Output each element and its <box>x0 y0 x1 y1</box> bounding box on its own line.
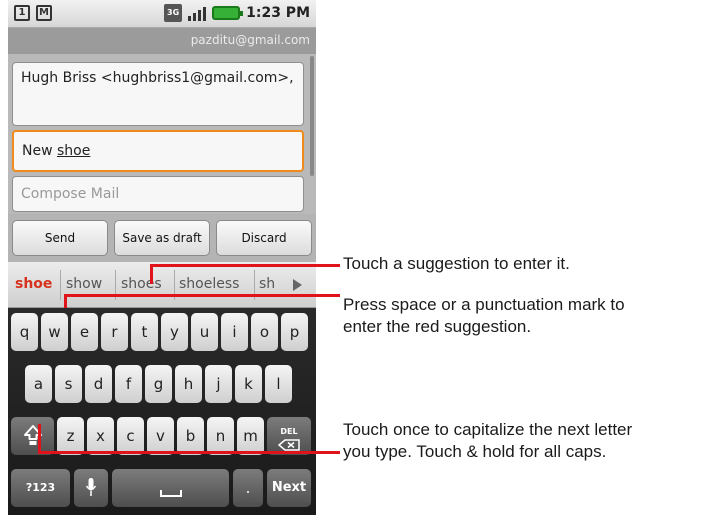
callout-line <box>64 294 340 297</box>
key-q[interactable]: q <box>11 313 38 351</box>
scrollbar[interactable] <box>310 56 314 176</box>
next-key[interactable]: Next <box>267 469 311 507</box>
key-t[interactable]: t <box>131 313 158 351</box>
space-callout-line1: Press space or a punctuation mark to <box>343 295 625 314</box>
key-y[interactable]: y <box>161 313 188 351</box>
key-e[interactable]: e <box>71 313 98 351</box>
shift-key[interactable] <box>11 417 54 455</box>
battery-icon <box>212 6 244 20</box>
save-draft-button[interactable]: Save as draft <box>114 220 210 256</box>
suggestion-item[interactable]: shoes <box>121 276 162 292</box>
key-u[interactable]: u <box>191 313 218 351</box>
phone-screen: 1 M 3G 1:23 PM pazditu@gmail.com Hugh Br… <box>8 0 316 515</box>
suggestion-item[interactable]: sh <box>259 276 275 292</box>
key-g[interactable]: g <box>145 365 172 403</box>
callout-line <box>38 451 340 454</box>
key-h[interactable]: h <box>175 365 202 403</box>
key-j[interactable]: j <box>205 365 232 403</box>
discard-button[interactable]: Discard <box>216 220 312 256</box>
suggestion-callout: Touch a suggestion to enter it. <box>343 254 570 273</box>
key-d[interactable]: d <box>85 365 112 403</box>
key-f[interactable]: f <box>115 365 142 403</box>
space-callout-line2: enter the red suggestion. <box>343 317 532 336</box>
key-m[interactable]: m <box>237 417 264 455</box>
key-p[interactable]: p <box>281 313 308 351</box>
account-email: pazditu@gmail.com <box>190 33 310 47</box>
key-n[interactable]: n <box>207 417 234 455</box>
key-k[interactable]: k <box>235 365 262 403</box>
sim-card-icon: 1 <box>14 5 30 21</box>
status-bar: 1 M 3G 1:23 PM <box>8 0 316 28</box>
period-key[interactable]: . <box>233 469 263 507</box>
microphone-key[interactable] <box>74 469 108 507</box>
delete-key[interactable]: DEL <box>267 417 311 455</box>
symbols-key[interactable]: ?123 <box>11 469 70 507</box>
subject-word: shoe <box>57 143 91 159</box>
key-z[interactable]: z <box>57 417 84 455</box>
callout-line <box>150 264 153 284</box>
key-c[interactable]: c <box>117 417 144 455</box>
network-3g-icon: 3G <box>164 4 183 22</box>
delete-key-label: DEL <box>280 427 298 436</box>
suggestion-item[interactable]: shoe <box>15 276 52 292</box>
to-field[interactable]: Hugh Briss <hughbriss1@gmail.com>, <box>12 62 304 126</box>
key-r[interactable]: r <box>101 313 128 351</box>
compose-body-field[interactable]: Compose Mail <box>12 176 304 212</box>
space-bar-icon <box>159 490 182 497</box>
key-w[interactable]: w <box>41 313 68 351</box>
callout-line <box>150 264 340 267</box>
soft-keyboard: q w e r t y u i o p a s d f g h j k l z … <box>8 308 316 515</box>
key-v[interactable]: v <box>147 417 174 455</box>
action-button-row: Send Save as draft Discard <box>8 214 316 262</box>
microphone-icon <box>85 478 97 496</box>
clock: 1:23 PM <box>246 5 310 21</box>
key-i[interactable]: i <box>221 313 248 351</box>
chevron-right-icon[interactable] <box>293 279 302 291</box>
shift-callout-line2: you type. Touch & hold for all caps. <box>343 442 607 461</box>
compose-area: Hugh Briss <hughbriss1@gmail.com>, New s… <box>8 54 316 214</box>
key-o[interactable]: o <box>251 313 278 351</box>
backspace-icon <box>277 439 300 451</box>
suggestion-item[interactable]: show <box>66 276 102 292</box>
gmail-notification-icon: M <box>36 5 52 21</box>
send-button[interactable]: Send <box>12 220 108 256</box>
key-a[interactable]: a <box>25 365 52 403</box>
key-l[interactable]: l <box>265 365 292 403</box>
shift-callout-line1: Touch once to capitalize the next letter <box>343 420 633 439</box>
subject-prefix: New <box>22 143 57 159</box>
suggestion-strip: shoe show shoes shoeless sh <box>8 262 316 308</box>
suggestion-item[interactable]: shoeless <box>179 276 239 292</box>
signal-strength-icon <box>188 5 207 21</box>
callout-line <box>64 294 67 308</box>
key-b[interactable]: b <box>177 417 204 455</box>
space-key[interactable] <box>112 469 229 507</box>
subject-field[interactable]: New shoe <box>12 130 304 172</box>
key-s[interactable]: s <box>55 365 82 403</box>
account-bar: pazditu@gmail.com <box>8 28 316 54</box>
callout-line <box>38 424 41 454</box>
key-x[interactable]: x <box>87 417 114 455</box>
